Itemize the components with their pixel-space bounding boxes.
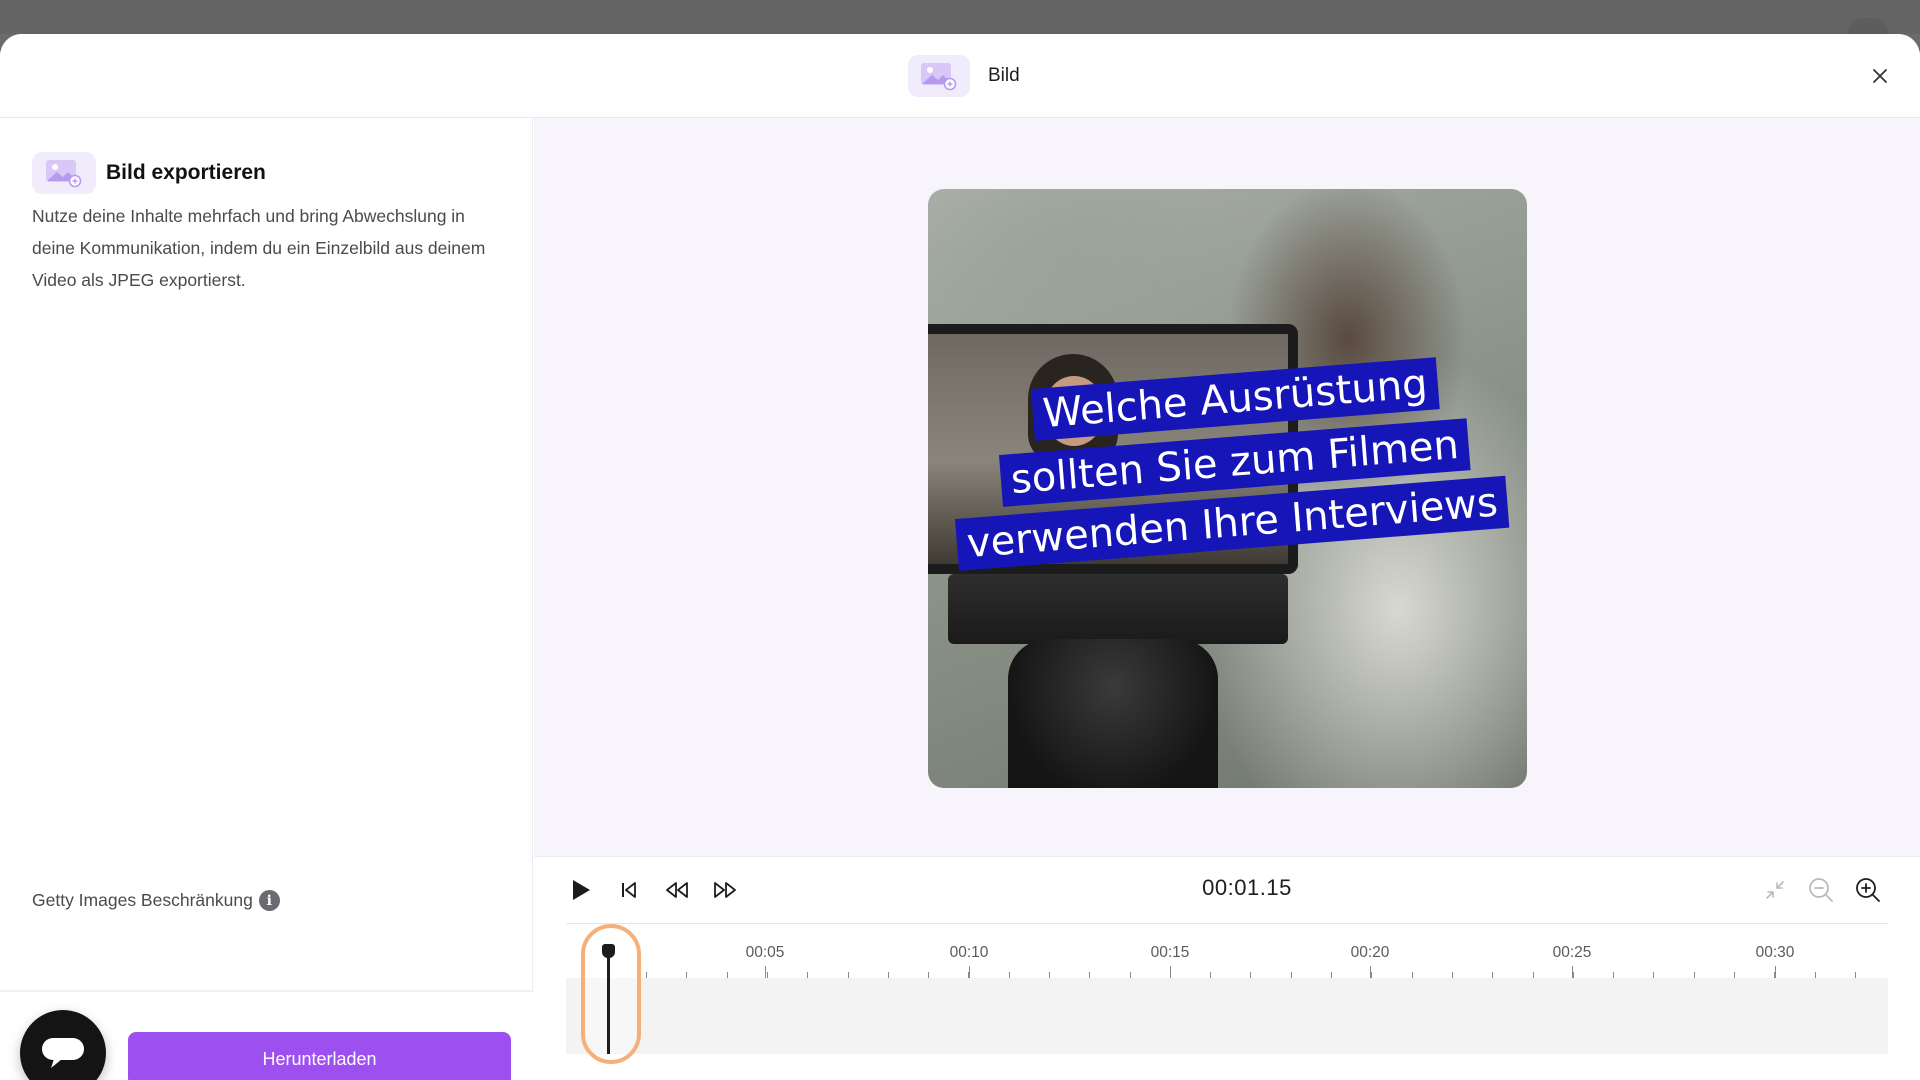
timeline-tick: [727, 972, 728, 978]
chat-icon: [42, 1038, 84, 1068]
tripod-mount: [948, 574, 1288, 644]
timeline-tick: [1130, 972, 1131, 978]
timeline-label: 00:10: [949, 944, 989, 961]
timeline-track[interactable]: [566, 978, 1888, 1054]
timeline-tick: [1009, 972, 1010, 978]
timeline-major-tick: [1370, 966, 1371, 978]
video-preview: Welche Ausrüstung sollten Sie zum Filmen…: [928, 189, 1527, 788]
export-image-modal: Bild Bild exportieren Nutze deine Inhalt…: [0, 34, 1920, 1080]
timeline-label: 00:15: [1150, 944, 1190, 961]
close-icon[interactable]: [1862, 58, 1898, 94]
timeline-label: 00:25: [1552, 944, 1592, 961]
playhead-handle[interactable]: [602, 944, 615, 958]
export-title: Bild exportieren: [106, 161, 266, 184]
timeline-major-tick: [765, 966, 766, 978]
timeline-tick: [1694, 972, 1695, 978]
timeline-tick: [1613, 972, 1614, 978]
getty-restriction: Getty Images Beschränkung i: [32, 890, 280, 911]
timeline-tick: [1210, 972, 1211, 978]
play-icon[interactable]: [564, 873, 598, 907]
zoom-out-icon[interactable]: [1804, 873, 1838, 907]
left-panel: Bild exportieren Nutze deine Inhalte meh…: [0, 118, 533, 1080]
timeline-tick: [888, 972, 889, 978]
timeline-tick: [1331, 972, 1332, 978]
timeline-major-tick: [1572, 966, 1573, 978]
timeline-tick: [1573, 972, 1574, 978]
playhead-line: [607, 948, 610, 1054]
modal-header: Bild: [0, 34, 1920, 118]
timeline-tick: [767, 972, 768, 978]
timeline-tick: [1855, 972, 1856, 978]
timeline-tick: [1533, 972, 1534, 978]
left-footer: Herunterladen: [0, 990, 533, 1080]
timeline-label: 00:20: [1350, 944, 1390, 961]
download-button[interactable]: Herunterladen: [128, 1032, 511, 1080]
timeline-tick: [928, 972, 929, 978]
timeline[interactable]: 00:05 00:10 00:15 00:20 00:25 00:30: [566, 924, 1888, 1064]
timeline-major-tick: [1170, 966, 1171, 978]
timeline-major-tick: [969, 966, 970, 978]
playhead[interactable]: [581, 924, 641, 1064]
timeline-tick: [1412, 972, 1413, 978]
rewind-icon[interactable]: [660, 873, 694, 907]
timeline-tick: [1452, 972, 1453, 978]
export-description: Nutze deine Inhalte mehrfach und bring A…: [32, 206, 486, 290]
info-icon[interactable]: i: [258, 890, 280, 911]
timeline-tick: [1049, 972, 1050, 978]
zoom-in-icon[interactable]: [1851, 873, 1885, 907]
timeline-tick: [848, 972, 849, 978]
timeline-tick: [686, 972, 687, 978]
preview-area: Welche Ausrüstung sollten Sie zum Filmen…: [534, 118, 1920, 856]
fast-forward-icon[interactable]: [708, 873, 742, 907]
timeline-tick: [1492, 972, 1493, 978]
modal-title: Bild: [988, 65, 1020, 86]
timeline-label: 00:30: [1755, 944, 1795, 961]
getty-label: Getty Images Beschränkung: [32, 890, 253, 910]
collapse-icon[interactable]: [1758, 873, 1792, 907]
timeline-major-tick: [1775, 966, 1776, 978]
timeline-label: 00:05: [745, 944, 785, 961]
image-export-icon: [32, 152, 96, 194]
export-heading: Bild exportieren: [32, 152, 266, 194]
timeline-tick: [1291, 972, 1292, 978]
timeline-tick: [1815, 972, 1816, 978]
header-title-group: Bild: [908, 55, 1020, 97]
timeline-tick: [1089, 972, 1090, 978]
tripod-head: [1008, 639, 1218, 788]
timeline-tick: [1734, 972, 1735, 978]
timeline-tick: [1371, 972, 1372, 978]
chat-button[interactable]: [20, 1010, 106, 1080]
timeline-tick: [1653, 972, 1654, 978]
skip-to-start-icon[interactable]: [612, 873, 646, 907]
timeline-tick: [1250, 972, 1251, 978]
image-icon: [908, 55, 970, 97]
timecode: 00:01.15: [1202, 875, 1292, 900]
background-app-bar: [0, 0, 1920, 34]
player-controls: 00:01.15 00:05 00:10 00:15 00:20 00:25 0…: [534, 856, 1920, 1080]
timeline-tick: [646, 972, 647, 978]
timeline-tick: [807, 972, 808, 978]
